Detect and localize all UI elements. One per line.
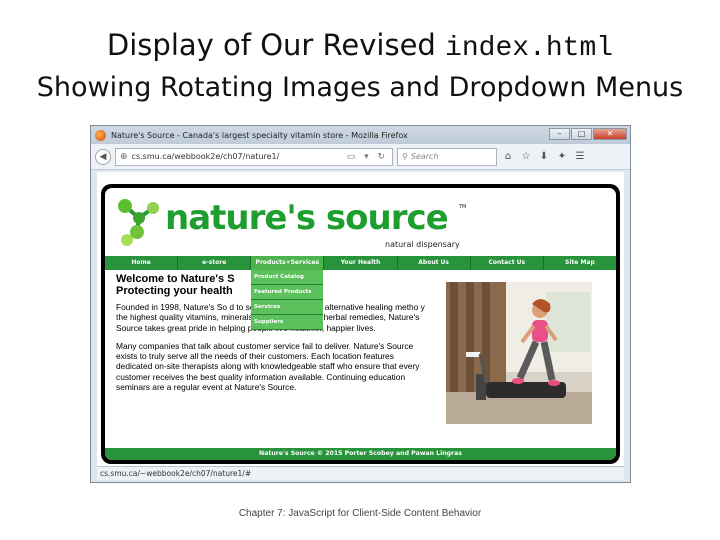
menu-item-about-us[interactable]: About Us	[398, 256, 471, 270]
addon-icon[interactable]: ✦	[555, 151, 569, 162]
menu-item-estore[interactable]: e-store	[178, 256, 252, 270]
web-page: nature's source TM natural dispensary Ho…	[105, 188, 616, 460]
site-footer: Nature's Source © 2015 Porter Scobey and…	[105, 448, 616, 460]
reload-icon[interactable]: ▭ ▾ ↻	[347, 152, 388, 162]
logo-tagline: natural dispensary	[385, 240, 460, 249]
dropdown-item-services[interactable]: Services	[251, 300, 323, 315]
nav-toolbar: ◀ ⊕ cs.smu.ca/webbook2e/ch07/nature1/ ▭ …	[91, 144, 630, 170]
search-placeholder: Search	[410, 152, 439, 161]
slide-title-text: Display of Our Revised	[106, 28, 436, 62]
firefox-icon	[95, 129, 106, 141]
status-bar: cs.smu.ca/~webbook2e/ch07/nature1/#	[97, 466, 624, 480]
back-icon[interactable]: ◀	[95, 148, 111, 165]
browser-window: Nature's Source - Canada's largest speci…	[90, 125, 631, 483]
window-titlebar: Nature's Source - Canada's largest speci…	[91, 126, 630, 144]
rotating-image	[446, 282, 592, 424]
menu-item-site-map[interactable]: Site Map	[544, 256, 616, 270]
web-viewport: nature's source TM natural dispensary Ho…	[97, 172, 624, 466]
logo-trademark: TM	[459, 204, 467, 210]
dropdown-item-featured-products[interactable]: Featured Products	[251, 285, 323, 300]
maximize-icon[interactable]: □	[571, 128, 592, 140]
menu-item-products-services[interactable]: Products+Services	[251, 256, 325, 270]
page-frame: nature's source TM natural dispensary Ho…	[101, 184, 620, 464]
slide-title: Display of Our Revised index.html	[0, 28, 720, 64]
service-paragraph: Many companies that talk about customer …	[116, 340, 420, 393]
url-bar[interactable]: ⊕ cs.smu.ca/webbook2e/ch07/nature1/ ▭ ▾ …	[115, 147, 393, 166]
main-menu: Home e-store Products+Services Your Heal…	[105, 256, 616, 270]
site-logo[interactable]: nature's source TM natural dispensary	[115, 196, 467, 252]
logo-wordmark: nature's source	[165, 198, 449, 238]
slide-caption: Chapter 7: JavaScript for Client-Side Co…	[238, 508, 482, 519]
download-icon[interactable]: ⬇	[537, 151, 551, 162]
menu-item-home[interactable]: Home	[105, 256, 179, 270]
url-text: cs.smu.ca/webbook2e/ch07/nature1/	[131, 152, 280, 161]
slide-subtitle: Showing Rotating Images and Dropdown Men…	[36, 72, 684, 103]
search-input[interactable]: ⚲ Search	[397, 147, 497, 166]
products-dropdown: Product Catalog Featured Products Servic…	[251, 270, 323, 330]
slide-title-code: index.html	[445, 33, 614, 64]
globe-icon: ⊕	[120, 151, 128, 162]
window-controls: – □ ✕	[549, 128, 627, 140]
bookmarks-icon[interactable]: ☆	[519, 151, 533, 162]
home-icon[interactable]: ⌂	[501, 151, 515, 162]
menu-item-contact-us[interactable]: Contact Us	[471, 256, 544, 270]
menu-icon[interactable]: ☰	[573, 151, 587, 162]
minimize-icon[interactable]: –	[549, 128, 570, 140]
search-icon: ⚲	[402, 152, 408, 161]
menu-item-your-health[interactable]: Your Health	[324, 256, 398, 270]
close-icon[interactable]: ✕	[593, 128, 627, 140]
window-title: Nature's Source - Canada's largest speci…	[111, 130, 408, 140]
dropdown-item-suppliers[interactable]: Suppliers	[251, 315, 323, 330]
molecule-logo-icon	[118, 199, 159, 246]
dropdown-item-product-catalog[interactable]: Product Catalog	[251, 270, 323, 285]
